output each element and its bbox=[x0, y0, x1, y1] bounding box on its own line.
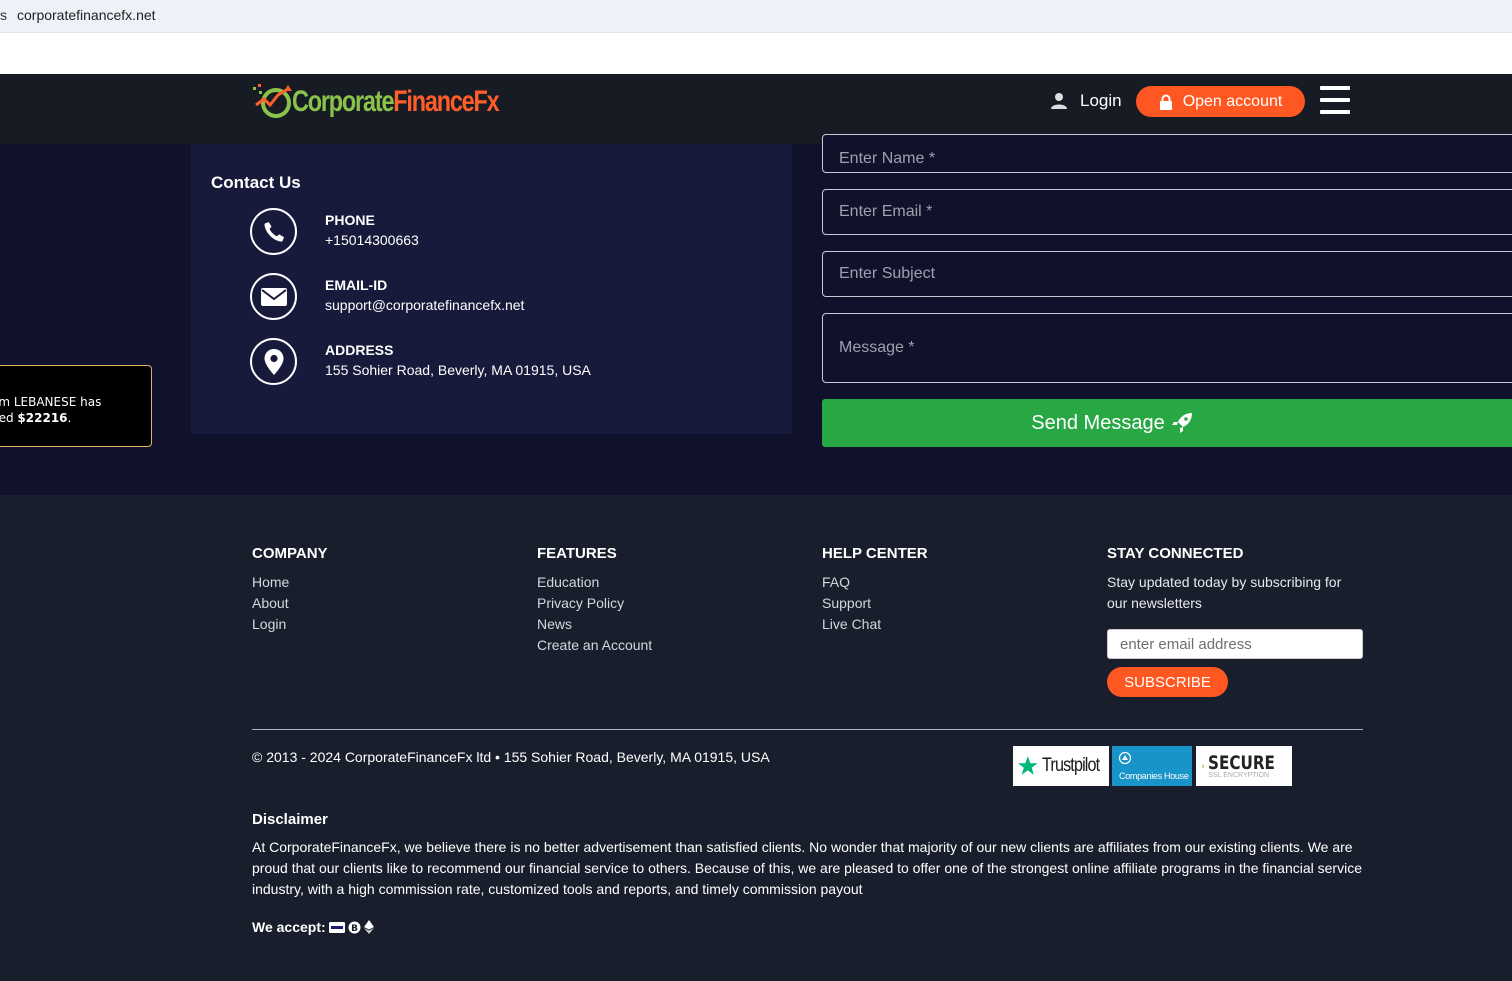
footer-link-faq[interactable]: FAQ bbox=[822, 572, 928, 593]
footer-company-title: COMPANY bbox=[252, 545, 328, 562]
subject-input[interactable]: Enter Subject bbox=[822, 251, 1512, 297]
envelope-icon bbox=[250, 273, 297, 320]
contact-section: Contact Us PHONE +15014300663 EMAIL-ID s… bbox=[0, 134, 1512, 495]
logo-wordmark: CorporateFinanceFx bbox=[292, 85, 500, 118]
we-accept-label: We accept: bbox=[252, 919, 326, 935]
address-bar-url[interactable]: corporatefinancefx.net bbox=[17, 7, 156, 23]
login-link[interactable]: Login bbox=[1050, 91, 1122, 111]
toast-amount: $22216 bbox=[17, 411, 68, 425]
subscribe-button[interactable]: SUBSCRIBE bbox=[1107, 667, 1228, 697]
newsletter-text: Stay updated today by subscribing for ou… bbox=[1107, 574, 1342, 611]
map-pin-icon bbox=[250, 338, 297, 385]
ssl-secure-badge[interactable]: SECURE SSL ENCRYPTION bbox=[1196, 746, 1292, 786]
footer-link-privacy[interactable]: Privacy Policy bbox=[537, 593, 652, 614]
rocket-icon bbox=[1171, 413, 1192, 433]
we-accept-row: We accept: B bbox=[252, 919, 374, 935]
footer-link-education[interactable]: Education bbox=[537, 572, 652, 593]
footer-link-about[interactable]: About bbox=[252, 593, 328, 614]
footer-divider bbox=[252, 729, 1363, 730]
user-icon bbox=[1051, 93, 1067, 109]
newsletter-email-input[interactable]: enter email address bbox=[1107, 629, 1363, 659]
open-account-button[interactable]: Open account bbox=[1136, 86, 1305, 117]
contact-item-email: EMAIL-ID support@corporatefinancefx.net bbox=[250, 273, 524, 320]
companies-house-badge[interactable]: Companies House bbox=[1112, 746, 1192, 786]
phone-label: PHONE bbox=[325, 212, 375, 228]
phone-icon bbox=[250, 208, 297, 255]
crest-icon bbox=[1118, 751, 1132, 765]
footer-stay-column: STAY CONNECTED Stay updated today by sub… bbox=[1107, 545, 1357, 614]
footer-link-login[interactable]: Login bbox=[252, 614, 328, 635]
contact-info-card: Contact Us PHONE +15014300663 EMAIL-ID s… bbox=[191, 144, 792, 434]
shield-check-icon bbox=[1202, 764, 1205, 768]
login-label: Login bbox=[1080, 91, 1122, 110]
menu-hamburger-icon[interactable] bbox=[1320, 86, 1350, 114]
toast-line-2: om LEBANESE has bbox=[0, 395, 102, 409]
contact-item-address: ADDRESS 155 Sohier Road, Beverly, MA 019… bbox=[250, 338, 591, 385]
browser-address-bar[interactable]: s corporatefinancefx.net bbox=[0, 0, 1512, 33]
message-textarea[interactable]: Message * bbox=[822, 313, 1512, 383]
send-message-button[interactable]: Send Message bbox=[822, 399, 1512, 447]
disclaimer-title: Disclaimer bbox=[252, 811, 328, 828]
footer-link-create-account[interactable]: Create an Account bbox=[537, 635, 652, 656]
svg-text:B: B bbox=[351, 923, 358, 933]
address-label: ADDRESS bbox=[325, 342, 394, 358]
bitcoin-icon: B bbox=[348, 921, 361, 933]
footer-features-column: FEATURES Education Privacy Policy News C… bbox=[537, 545, 652, 656]
footer-link-support[interactable]: Support bbox=[822, 593, 928, 614]
footer-link-home[interactable]: Home bbox=[252, 572, 328, 593]
address-bar-edge-char: s bbox=[0, 7, 7, 23]
footer-company-column: COMPANY Home About Login bbox=[252, 545, 328, 635]
toast-line-3: ned $22216. bbox=[0, 411, 72, 425]
open-account-label: Open account bbox=[1182, 92, 1283, 110]
visa-icon bbox=[328, 921, 345, 933]
site-logo[interactable]: CorporateFinanceFx bbox=[252, 82, 557, 122]
companies-house-label: Companies House bbox=[1119, 771, 1189, 781]
footer-link-live-chat[interactable]: Live Chat bbox=[822, 614, 928, 635]
footer-help-title: HELP CENTER bbox=[822, 545, 928, 562]
footer-stay-title: STAY CONNECTED bbox=[1107, 545, 1244, 562]
contact-title: Contact Us bbox=[211, 173, 301, 192]
secure-label: SECURE bbox=[1208, 751, 1276, 774]
logo-chart-icon bbox=[253, 84, 292, 118]
send-message-label: Send Message bbox=[1031, 411, 1165, 434]
trustpilot-badge[interactable]: Trustpilot bbox=[1013, 746, 1109, 786]
footer-help-column: HELP CENTER FAQ Support Live Chat bbox=[822, 545, 928, 635]
notification-toast: g om LEBANESE has ned $22216. bbox=[0, 365, 152, 447]
disclaimer-text: At CorporateFinanceFx, we believe there … bbox=[252, 839, 1362, 897]
copyright-text: © 2013 - 2024 CorporateFinanceFx ltd • 1… bbox=[252, 749, 770, 765]
email-value[interactable]: support@corporatefinancefx.net bbox=[325, 297, 524, 313]
address-value: 155 Sohier Road, Beverly, MA 01915, USA bbox=[325, 362, 591, 378]
browser-blank-strip bbox=[0, 33, 1512, 74]
toast-line-1: g bbox=[0, 378, 151, 394]
footer-features-title: FEATURES bbox=[537, 545, 617, 562]
trustpilot-label: Trustpilot bbox=[1041, 755, 1100, 776]
lock-icon bbox=[1159, 94, 1172, 110]
email-input[interactable]: Enter Email * bbox=[822, 189, 1512, 235]
trustpilot-star-icon bbox=[1017, 756, 1038, 775]
site-footer: COMPANY Home About Login FEATURES Educat… bbox=[0, 495, 1512, 981]
contact-item-phone: PHONE +15014300663 bbox=[250, 208, 419, 255]
email-label: EMAIL-ID bbox=[325, 277, 388, 293]
ethereum-icon bbox=[363, 920, 374, 934]
phone-value[interactable]: +15014300663 bbox=[325, 232, 419, 248]
footer-link-news[interactable]: News bbox=[537, 614, 652, 635]
name-input[interactable]: Enter Name * bbox=[822, 134, 1512, 173]
